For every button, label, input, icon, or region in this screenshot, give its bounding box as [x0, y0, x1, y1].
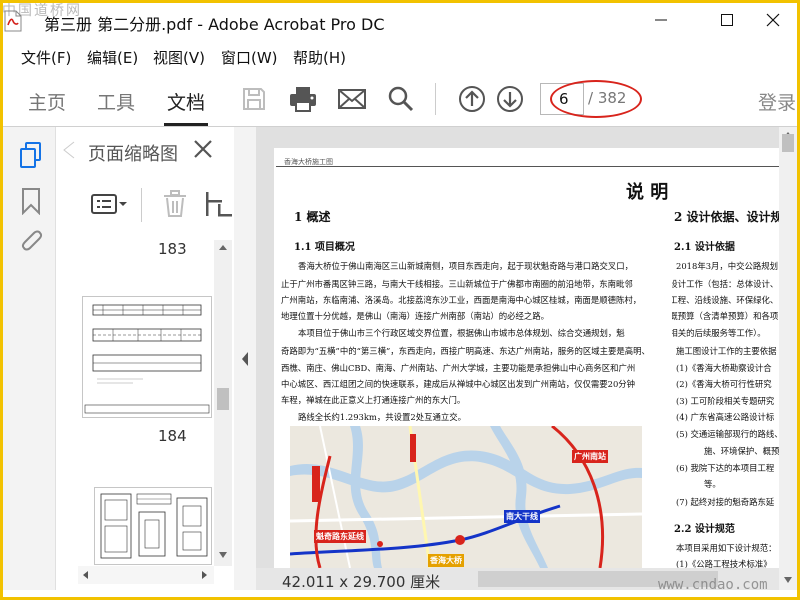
thumbnail-page-number: 184	[158, 427, 187, 445]
section-heading: 1 概述	[294, 210, 331, 224]
maximize-icon	[721, 14, 733, 26]
tab-tools[interactable]: 工具	[97, 88, 135, 115]
thumbnail-drawing	[100, 493, 208, 559]
section-heading: 2 设计依据、设计规范	[674, 210, 779, 224]
doc-paragraph-line: 路线全长约1.293km，共设置2处互通立交。	[298, 412, 466, 422]
doc-paragraph-line: 奇路即为“五横”中的“第三横”，东西走向，西接广明高速、东达广州南站，服务的区域…	[281, 346, 650, 356]
right-column: 2 设计依据、设计规范 2.1 设计依据 2018年3月，中交公路规划 察设计工…	[672, 200, 779, 568]
toolbar: 主页 工具 文档	[3, 71, 797, 127]
doc-paragraph-line: 香海大桥位于佛山南海区三山新城南侧，项目东西走向，起于现状魁奇路与港口路交叉口，	[298, 261, 633, 271]
close-window-button[interactable]	[750, 3, 796, 37]
document-scroll-thumb[interactable]	[782, 134, 794, 152]
thumbnail-page-number: 183	[158, 240, 187, 258]
subsection-heading: 1.1 项目概况	[294, 242, 355, 253]
attachment-icon[interactable]	[21, 229, 45, 261]
close-icon	[766, 13, 780, 27]
navigation-strip	[3, 127, 56, 590]
minimize-button[interactable]	[638, 3, 684, 37]
doc-paragraph-line: 车程，禅城在此正意义上打通连接广州的东大门。	[281, 395, 466, 405]
watermark-bottom-right: www.cndao.com	[658, 577, 768, 593]
doc-title: 说 明	[626, 182, 669, 203]
map-label: 广州南站	[572, 450, 608, 463]
menu-edit[interactable]: 编辑(E)	[87, 47, 138, 68]
map-drawing	[290, 426, 642, 568]
location-map: 魁奇路东延线 香海大桥 南大干线 广州南站	[290, 426, 642, 568]
minimize-icon	[655, 19, 667, 21]
thumbnail-scroll-thumb[interactable]	[217, 388, 229, 410]
login-link[interactable]: 登录	[758, 88, 796, 115]
doc-paragraph-line: 本项目位于佛山市三个行政区域交界位置，根据佛山市城市总体规划、综合交通规划，魁	[298, 328, 625, 338]
toolbar-separator	[435, 83, 436, 115]
doc-paragraph-line: 地理位置十分优越，是佛山（南海）连接广州南部（南站）的必经之路。	[281, 311, 549, 321]
subsection-heading: 2.2 设计规范	[674, 524, 735, 535]
page-thumbnail[interactable]	[82, 296, 212, 418]
doc-paragraph-line: 制概预算（含清单预算）和各项	[672, 311, 779, 321]
map-label: 魁奇路东延线	[314, 530, 366, 543]
doc-list-item: 施、环境保护、概预算	[704, 446, 779, 456]
collapse-panel-handle[interactable]	[234, 127, 256, 590]
active-tab-indicator	[164, 123, 208, 126]
options-icon[interactable]	[90, 192, 130, 220]
maximize-button[interactable]	[704, 3, 750, 37]
page-dimensions: 42.011 x 29.700 厘米	[282, 573, 441, 591]
save-icon[interactable]	[236, 81, 272, 117]
search-icon[interactable]	[383, 81, 419, 117]
menu-view[interactable]: 视图(V)	[153, 47, 205, 68]
doc-list-item: (2)《香海大桥可行性研究	[676, 379, 772, 389]
subsection-heading: 2.1 设计依据	[674, 242, 735, 253]
doc-list-item: (1)《香海大桥勘察设计合	[676, 363, 772, 373]
doc-paragraph-line: 西樵、南庄、佛山CBD、南海、广州南站、广州大学城，主要功能是承担佛山中心商务区…	[281, 363, 636, 373]
doc-paragraph-line: 本项目采用如下设计规范：	[676, 543, 777, 553]
doc-list-item: (6) 我院下达的本项目工程	[676, 463, 775, 473]
doc-list-item: (5) 交通运输部现行的路线、	[676, 429, 779, 439]
print-icon[interactable]	[285, 81, 321, 117]
doc-list-item: (4) 广东省高速公路设计标	[676, 412, 775, 422]
bookmark-icon[interactable]	[21, 187, 41, 219]
tab-document[interactable]: 文档	[167, 88, 205, 115]
doc-list-item: 等。	[704, 479, 721, 489]
doc-paragraph-line: 目相关的后续服务等工作）。	[672, 328, 766, 338]
doc-list-item: (7) 起终对接的魁奇路东延	[676, 497, 775, 507]
menu-window[interactable]: 窗口(W)	[221, 47, 278, 68]
page-down-icon[interactable]	[492, 81, 528, 117]
more-icon[interactable]	[204, 190, 232, 220]
panel-caret-icon	[62, 140, 76, 164]
doc-paragraph-line: 察设计工作（包括：总体设计、	[672, 279, 779, 289]
panel-close-icon[interactable]	[192, 138, 216, 162]
panel-title: 页面缩略图	[88, 144, 178, 165]
page-thumbnails-icon[interactable]	[19, 141, 43, 173]
doc-paragraph-line: 中心城区、西江组团之间的快速联系，建成后从禅城中心城区出发到广州南站，仅仅需要2…	[281, 379, 636, 389]
menu-file[interactable]: 文件(F)	[21, 47, 71, 68]
menu-bar: 文件(F) 编辑(E) 视图(V) 窗口(W) 帮助(H)	[3, 43, 797, 71]
doc-header-rule	[276, 166, 779, 167]
window-title: 第三册 第二分册.pdf - Adobe Acrobat Pro DC	[44, 15, 385, 34]
email-icon[interactable]	[334, 81, 370, 117]
doc-list-item: (1)《公路工程技术标准》	[676, 559, 772, 568]
watermark-top-left: 中国道桥网	[2, 3, 82, 19]
doc-list-item: (3) 工可阶段相关专题研究	[676, 396, 775, 406]
thumbnail-drawing	[84, 304, 210, 414]
map-label: 南大干线	[504, 510, 540, 523]
doc-paragraph-line: 通工程、沿线设施、环保绿化、	[672, 295, 779, 305]
page-up-icon[interactable]	[454, 81, 490, 117]
panel-separator	[141, 188, 142, 222]
doc-paragraph-line: 止于广州市番禺区钟三路，与南大干线相接。三山新城位于广佛都市南圈的前沿地带，东南…	[281, 279, 633, 289]
delete-icon[interactable]	[162, 190, 188, 222]
annotation-ellipse	[550, 80, 642, 118]
thumbnail-horizontal-scrollbar[interactable]	[78, 566, 214, 584]
menu-help[interactable]: 帮助(H)	[293, 47, 346, 68]
doc-paragraph-line: 广州南站，东临南浦、洛溪岛。北接荔湾东沙工业，西面是南海中心城区桂城，南面是顺德…	[281, 295, 642, 305]
document-vertical-scrollbar[interactable]	[779, 127, 797, 590]
tab-home[interactable]: 主页	[28, 88, 66, 115]
doc-paragraph-line: 2018年3月，中交公路规划	[676, 261, 779, 271]
map-label: 香海大桥	[428, 554, 464, 567]
page-thumbnail[interactable]	[94, 487, 212, 565]
doc-paragraph-line: 施工图设计工作的主要依据	[676, 346, 777, 356]
